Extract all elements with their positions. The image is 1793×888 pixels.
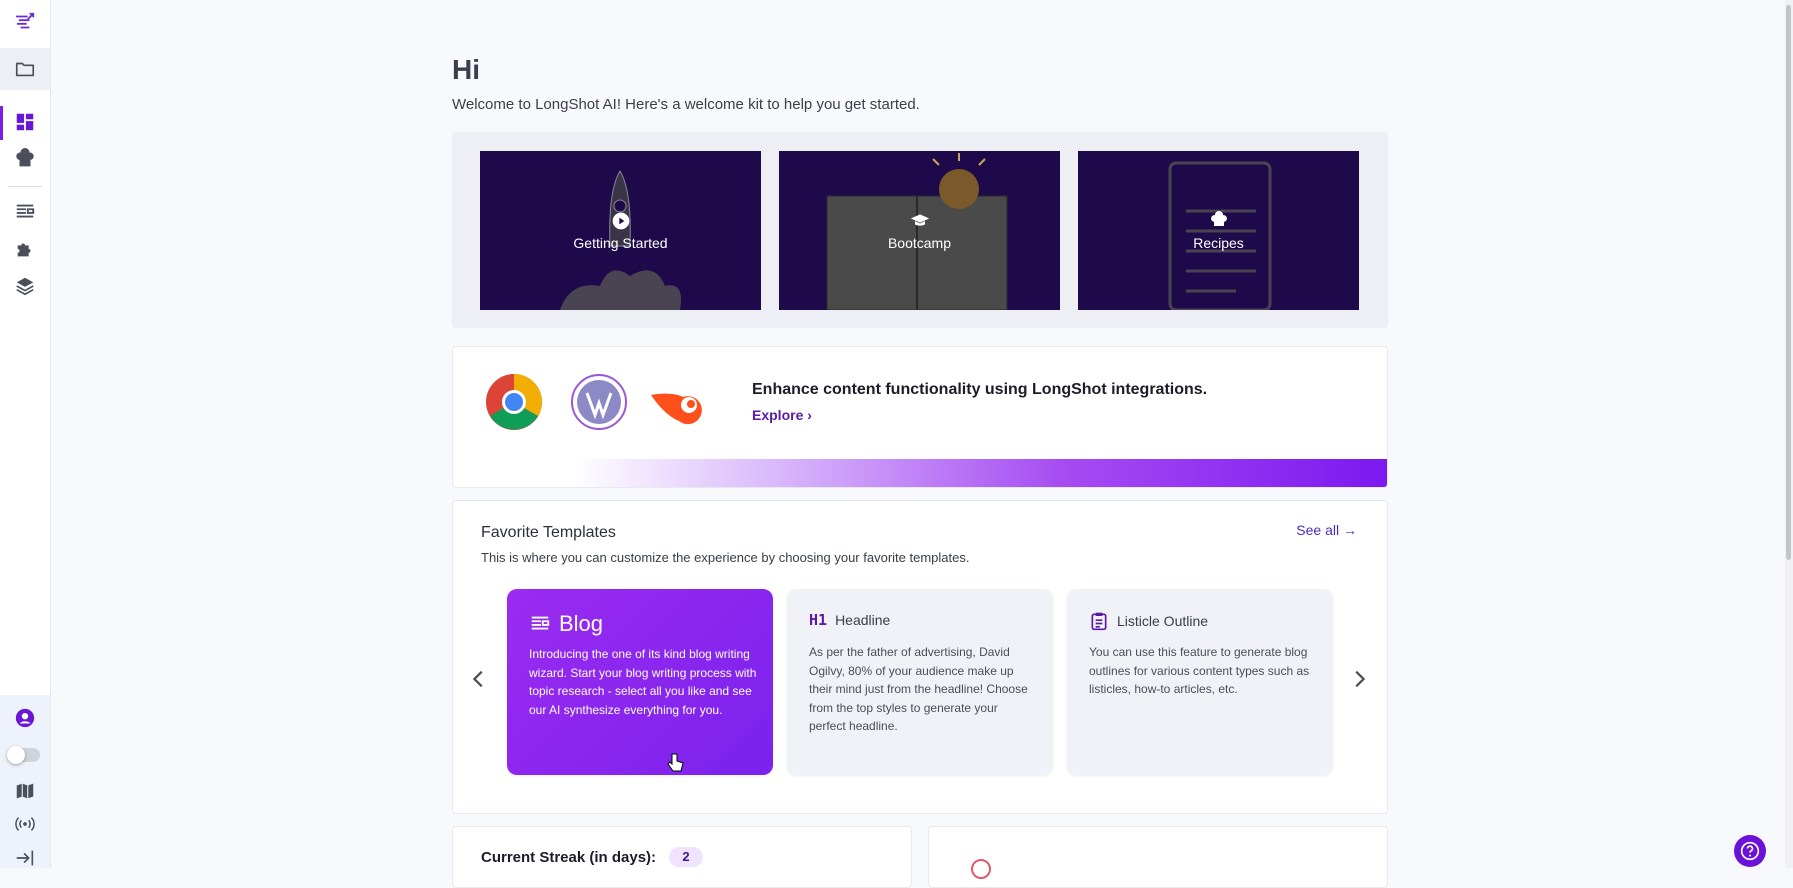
integrations-title: Enhance content functionality using Long… <box>752 381 1208 398</box>
explore-link[interactable]: Explore › <box>752 407 812 423</box>
integrations-panel: Enhance content functionality using Long… <box>452 346 1388 488</box>
template-name: Blog <box>559 611 604 636</box>
getting-started-card[interactable]: Getting Started <box>480 151 761 310</box>
carousel-prev-icon[interactable] <box>468 668 490 690</box>
template-name: Headline <box>835 612 891 628</box>
sidebar-divider <box>8 186 42 187</box>
bootcamp-card[interactable]: Bootcamp <box>779 151 1060 310</box>
kit-label: Recipes <box>1193 234 1244 251</box>
template-header: H1 Headline <box>809 611 890 629</box>
kit-label: Bootcamp <box>887 234 952 251</box>
play-icon <box>612 212 629 229</box>
sidebar <box>0 0 51 868</box>
dashboard-icon[interactable] <box>0 104 50 140</box>
see-all-link[interactable]: See all → <box>1296 522 1357 538</box>
theme-toggle[interactable] <box>7 746 40 764</box>
gift-icon <box>971 859 991 879</box>
blog-icon <box>531 616 550 630</box>
page-scrollbar[interactable] <box>1785 0 1793 868</box>
recipe-illustration <box>1168 161 1272 310</box>
graduation-cap-icon <box>910 213 929 226</box>
template-description: Introducing the one of its kind blog wri… <box>529 647 757 717</box>
template-header: Blog <box>529 611 603 637</box>
see-all-label[interactable]: See all <box>1296 522 1339 538</box>
chef-hat-icon <box>1210 210 1227 226</box>
toggle-knob <box>7 746 25 764</box>
wordpress-logo[interactable] <box>570 373 628 431</box>
favorite-templates-panel: Favorite Templates This is where you can… <box>452 500 1388 814</box>
layers-icon[interactable] <box>0 268 50 304</box>
recipes-card[interactable]: Recipes <box>1078 151 1359 310</box>
kit-label: Getting Started <box>573 234 668 251</box>
template-description: You can use this feature to generate blo… <box>1089 645 1310 696</box>
template-name: Listicle Outline <box>1117 613 1209 629</box>
arrow-right-icon: → <box>1343 522 1357 538</box>
favorites-title: Favorite Templates <box>481 524 616 541</box>
template-description: As per the father of advertising, David … <box>809 645 1028 733</box>
help-button[interactable] <box>1734 835 1766 867</box>
document-icon[interactable] <box>0 194 50 230</box>
favorites-subtitle: This is where you can customize the expe… <box>481 550 970 565</box>
book-illustration <box>826 153 1008 310</box>
map-icon[interactable] <box>0 773 50 809</box>
streak-panel: Current Streak (in days): 2 <box>452 826 912 888</box>
broadcast-icon[interactable] <box>0 806 50 842</box>
scrollbar-thumb[interactable] <box>1786 5 1791 560</box>
question-icon <box>1740 841 1760 861</box>
gradient-strip <box>573 459 1387 487</box>
welcome-kit: Getting Started Bootcamp Recipes <box>452 132 1388 328</box>
logo-icon[interactable] <box>0 4 50 40</box>
chevron-right-icon: › <box>807 407 812 423</box>
secondary-panel <box>928 826 1388 888</box>
folder-icon[interactable] <box>0 51 50 87</box>
streak-label: Current Streak (in days): <box>481 849 657 866</box>
chrome-logo[interactable] <box>485 373 543 431</box>
collapse-icon[interactable] <box>0 840 50 876</box>
carousel-next-icon[interactable] <box>1348 668 1370 690</box>
streak-badge: 2 <box>669 847 703 867</box>
welcome-text: Welcome to LongShot AI! Here's a welcome… <box>452 96 920 113</box>
h1-icon: H1 <box>809 611 828 629</box>
clipboard-icon <box>1091 612 1107 631</box>
template-card-blog[interactable]: Blog Introducing the one of its kind blo… <box>507 589 773 775</box>
user-icon[interactable] <box>0 700 50 736</box>
template-card-headline[interactable]: H1 Headline As per the father of adverti… <box>787 589 1053 775</box>
rocket-illustration <box>560 170 681 310</box>
semrush-logo[interactable] <box>649 373 707 431</box>
template-header: Listicle Outline <box>1089 611 1208 631</box>
hand-cursor-icon <box>667 753 684 772</box>
explore-label[interactable]: Explore <box>752 407 803 423</box>
greeting-heading: Hi <box>452 54 480 85</box>
template-card-listicle[interactable]: Listicle Outline You can use this featur… <box>1067 589 1333 775</box>
puzzle-icon[interactable] <box>0 231 50 267</box>
chef-hat-icon[interactable] <box>0 141 50 177</box>
